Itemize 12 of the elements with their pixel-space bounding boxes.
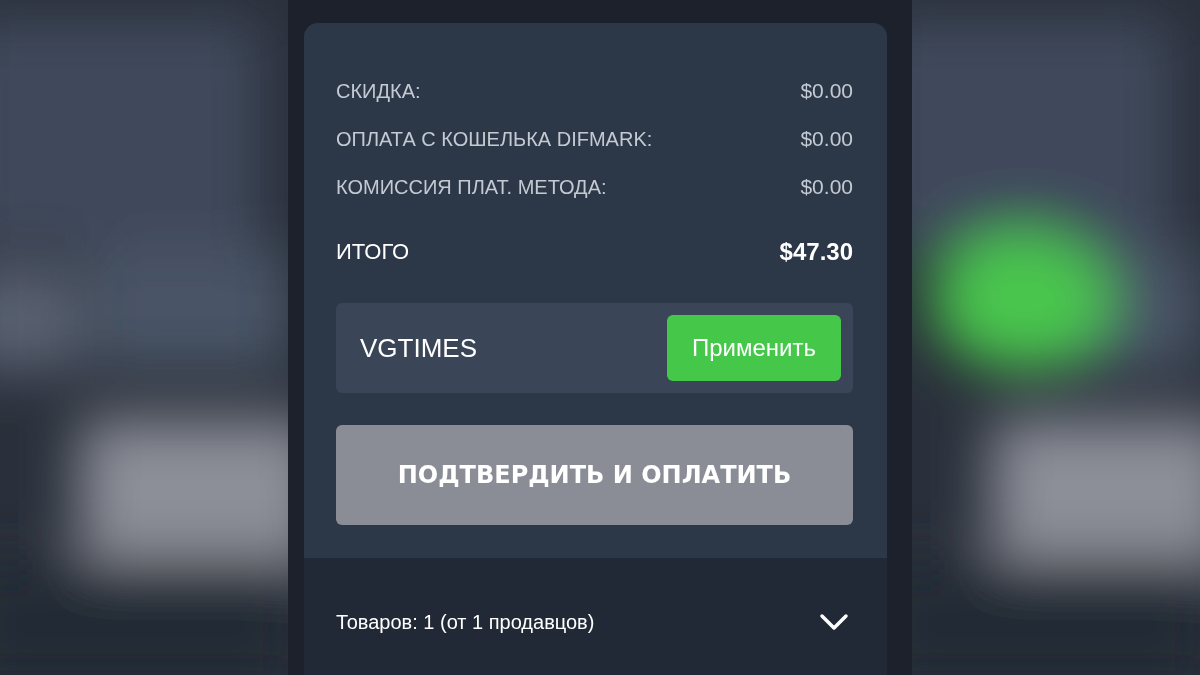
total-value: $47.30 [779, 238, 853, 266]
chevron-icon[interactable] [819, 613, 849, 631]
items-summary: Товаров: 1 (от 1 продавцов) [336, 610, 595, 634]
summary-label: ОПЛАТА С КОШЕЛЬКА DIFMARK: [336, 127, 653, 151]
summary-value: $0.00 [800, 175, 853, 199]
summary-label: СКИДКА: [336, 79, 421, 103]
summary-value: $0.00 [800, 127, 853, 151]
apply-button[interactable]: Применить [667, 315, 841, 381]
summary-value: $0.00 [800, 79, 853, 103]
summary-label: КОМИССИЯ ПЛАТ. МЕТОДА: [336, 175, 607, 199]
total-label: ИТОГО [336, 239, 410, 265]
promo-code-field[interactable]: VGTIMES Применить [336, 303, 853, 393]
